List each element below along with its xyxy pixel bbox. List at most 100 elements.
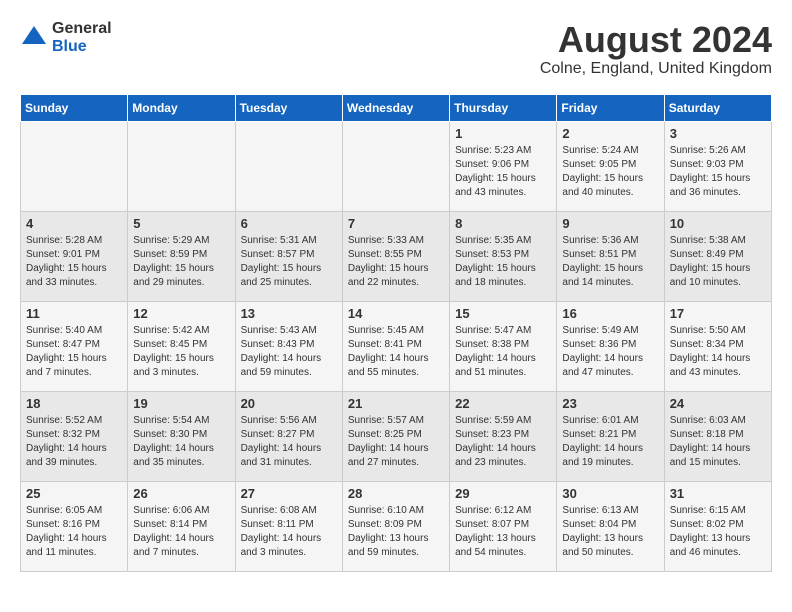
day-info: Sunrise: 6:12 AMSunset: 8:07 PMDaylight:… [455,504,551,560]
calendar-cell: 9 Sunrise: 5:36 AMSunset: 8:51 PMDaylight… [557,211,664,301]
day-info: Sunrise: 5:49 AMSunset: 8:36 PMDaylight:… [562,324,658,380]
day-number: 19 [133,396,229,411]
calendar-cell: 31Sunrise: 6:15 AMSunset: 8:02 PMDayligh… [664,481,771,571]
page-header: General Blue August 2024 Colne, England,… [20,20,772,78]
logo-text: General Blue [52,20,112,55]
calendar-week-row: 18Sunrise: 5:52 AMSunset: 8:32 PMDayligh… [21,391,772,481]
calendar-cell: 11 Sunrise: 5:40 AMSunset: 8:47 PMDayligh… [21,301,128,391]
calendar-cell: 28Sunrise: 6:10 AMSunset: 8:09 PMDayligh… [342,481,449,571]
day-info: Sunrise: 5:54 AMSunset: 8:30 PMDaylight:… [133,414,229,470]
day-info: Sunrise: 5:56 AMSunset: 8:27 PMDaylight:… [241,414,337,470]
title-block: August 2024 Colne, England, United Kingd… [540,20,772,78]
calendar-cell: 25 Sunrise: 6:05 AMSunset: 8:16 PMDayligh… [21,481,128,571]
calendar-cell [342,121,449,211]
day-number: 5 [133,216,229,231]
day-info: Sunrise: 5:23 AMSunset: 9:06 PMDaylight:… [455,144,551,200]
calendar-week-row: 1 Sunrise: 5:23 AMSunset: 9:06 PMDaylight… [21,121,772,211]
logo-general-text: General [52,20,112,38]
weekday-header-sunday: Sunday [21,94,128,121]
day-info: Sunrise: 5:33 AMSunset: 8:55 PMDaylight:… [348,234,444,290]
calendar-cell: 22Sunrise: 5:59 AMSunset: 8:23 PMDayligh… [450,391,557,481]
calendar-cell: 3 Sunrise: 5:26 AMSunset: 9:03 PMDaylight… [664,121,771,211]
logo-blue-text: Blue [52,38,112,56]
calendar-cell: 6 Sunrise: 5:31 AMSunset: 8:57 PMDaylight… [235,211,342,301]
day-number: 9 [562,216,658,231]
weekday-header-saturday: Saturday [664,94,771,121]
day-info: Sunrise: 5:38 AMSunset: 8:49 PMDaylight:… [670,234,766,290]
weekday-header-thursday: Thursday [450,94,557,121]
calendar-cell: 12 Sunrise: 5:42 AMSunset: 8:45 PMDayligh… [128,301,235,391]
calendar-cell: 15Sunrise: 5:47 AMSunset: 8:38 PMDayligh… [450,301,557,391]
calendar-cell: 18Sunrise: 5:52 AMSunset: 8:32 PMDayligh… [21,391,128,481]
day-number: 25 [26,486,122,501]
day-info: Sunrise: 6:08 AMSunset: 8:11 PMDaylight:… [241,504,337,560]
calendar-cell: 17Sunrise: 5:50 AMSunset: 8:34 PMDayligh… [664,301,771,391]
location-subtitle: Colne, England, United Kingdom [540,60,772,78]
calendar-table: SundayMondayTuesdayWednesdayThursdayFrid… [20,94,772,572]
calendar-cell [21,121,128,211]
day-info: Sunrise: 5:29 AMSunset: 8:59 PMDaylight:… [133,234,229,290]
day-number: 1 [455,126,551,141]
day-info: Sunrise: 6:01 AMSunset: 8:21 PMDaylight:… [562,414,658,470]
calendar-week-row: 25 Sunrise: 6:05 AMSunset: 8:16 PMDayligh… [21,481,772,571]
day-number: 21 [348,396,444,411]
calendar-cell: 14Sunrise: 5:45 AMSunset: 8:41 PMDayligh… [342,301,449,391]
weekday-header-monday: Monday [128,94,235,121]
day-info: Sunrise: 5:42 AMSunset: 8:45 PMDaylight:… [133,324,229,380]
day-info: Sunrise: 5:43 AMSunset: 8:43 PMDaylight:… [241,324,337,380]
calendar-cell: 29Sunrise: 6:12 AMSunset: 8:07 PMDayligh… [450,481,557,571]
day-number: 4 [26,216,122,231]
day-number: 14 [348,306,444,321]
calendar-cell: 30 Sunrise: 6:13 AMSunset: 8:04 PMDayligh… [557,481,664,571]
day-number: 6 [241,216,337,231]
day-info: Sunrise: 5:24 AMSunset: 9:05 PMDaylight:… [562,144,658,200]
calendar-cell: 8 Sunrise: 5:35 AMSunset: 8:53 PMDaylight… [450,211,557,301]
logo: General Blue [20,20,112,55]
calendar-cell: 20 Sunrise: 5:56 AMSunset: 8:27 PMDayligh… [235,391,342,481]
day-info: Sunrise: 6:13 AMSunset: 8:04 PMDaylight:… [562,504,658,560]
weekday-header-wednesday: Wednesday [342,94,449,121]
day-number: 2 [562,126,658,141]
weekday-header-row: SundayMondayTuesdayWednesdayThursdayFrid… [21,94,772,121]
day-number: 31 [670,486,766,501]
day-info: Sunrise: 5:35 AMSunset: 8:53 PMDaylight:… [455,234,551,290]
day-number: 23 [562,396,658,411]
day-number: 27 [241,486,337,501]
day-number: 8 [455,216,551,231]
day-info: Sunrise: 5:31 AMSunset: 8:57 PMDaylight:… [241,234,337,290]
calendar-cell: 16Sunrise: 5:49 AMSunset: 8:36 PMDayligh… [557,301,664,391]
day-number: 17 [670,306,766,321]
weekday-header-tuesday: Tuesday [235,94,342,121]
logo-icon [20,24,48,52]
day-number: 7 [348,216,444,231]
day-info: Sunrise: 5:26 AMSunset: 9:03 PMDaylight:… [670,144,766,200]
day-info: Sunrise: 6:05 AMSunset: 8:16 PMDaylight:… [26,504,122,560]
calendar-cell: 19 Sunrise: 5:54 AMSunset: 8:30 PMDayligh… [128,391,235,481]
day-info: Sunrise: 5:52 AMSunset: 8:32 PMDaylight:… [26,414,122,470]
calendar-week-row: 11 Sunrise: 5:40 AMSunset: 8:47 PMDayligh… [21,301,772,391]
day-info: Sunrise: 5:47 AMSunset: 8:38 PMDaylight:… [455,324,551,380]
day-info: Sunrise: 6:03 AMSunset: 8:18 PMDaylight:… [670,414,766,470]
day-number: 13 [241,306,337,321]
calendar-week-row: 4 Sunrise: 5:28 AMSunset: 9:01 PMDaylight… [21,211,772,301]
day-info: Sunrise: 5:36 AMSunset: 8:51 PMDaylight:… [562,234,658,290]
calendar-cell: 21Sunrise: 5:57 AMSunset: 8:25 PMDayligh… [342,391,449,481]
day-number: 3 [670,126,766,141]
calendar-cell: 2 Sunrise: 5:24 AMSunset: 9:05 PMDaylight… [557,121,664,211]
month-year-title: August 2024 [540,20,772,60]
day-number: 20 [241,396,337,411]
day-number: 26 [133,486,229,501]
day-number: 22 [455,396,551,411]
calendar-cell: 23 Sunrise: 6:01 AMSunset: 8:21 PMDayligh… [557,391,664,481]
calendar-cell: 4 Sunrise: 5:28 AMSunset: 9:01 PMDaylight… [21,211,128,301]
day-number: 11 [26,306,122,321]
day-number: 30 [562,486,658,501]
day-info: Sunrise: 5:28 AMSunset: 9:01 PMDaylight:… [26,234,122,290]
calendar-cell [128,121,235,211]
day-number: 12 [133,306,229,321]
calendar-cell: 10Sunrise: 5:38 AMSunset: 8:49 PMDayligh… [664,211,771,301]
calendar-cell: 1 Sunrise: 5:23 AMSunset: 9:06 PMDaylight… [450,121,557,211]
day-number: 28 [348,486,444,501]
weekday-header-friday: Friday [557,94,664,121]
day-info: Sunrise: 5:40 AMSunset: 8:47 PMDaylight:… [26,324,122,380]
